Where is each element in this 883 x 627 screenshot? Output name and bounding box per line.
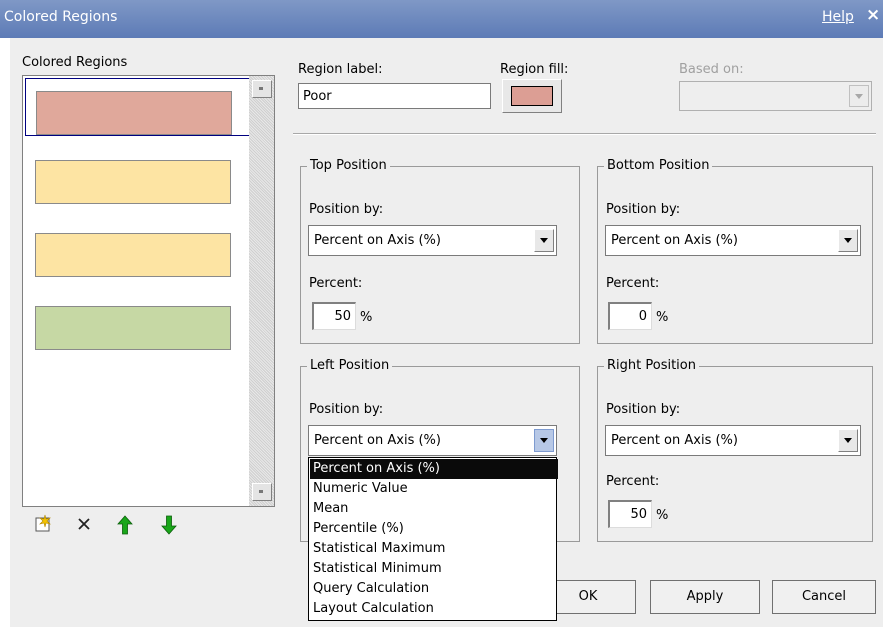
top-percent-caption: Percent:: [309, 276, 363, 291]
region-fill-button[interactable]: [502, 79, 562, 113]
left-position-by-caption: Position by:: [309, 402, 384, 417]
right-position-by-caption: Position by:: [606, 402, 681, 417]
region-swatch: [35, 233, 231, 277]
dropdown-option[interactable]: Statistical Minimum: [310, 559, 558, 579]
region-fill-swatch: [511, 86, 553, 106]
bottom-percent-input[interactable]: 0: [608, 302, 652, 330]
region-item-1[interactable]: [25, 78, 251, 136]
dropdown-option[interactable]: Query Calculation: [310, 579, 558, 599]
top-percent-unit: %: [360, 310, 373, 325]
regions-listbox[interactable]: [22, 75, 275, 507]
move-up-icon[interactable]: [114, 514, 136, 536]
dropdown-option[interactable]: Statistical Maximum: [310, 539, 558, 559]
separator: [293, 133, 876, 135]
region-label-caption: Region label:: [298, 62, 383, 77]
left-position-legend: Left Position: [307, 358, 393, 373]
scroll-up-button[interactable]: [252, 80, 272, 98]
close-icon[interactable]: ×: [866, 5, 880, 25]
dropdown-option[interactable]: Percentile (%): [310, 519, 558, 539]
new-region-icon[interactable]: [32, 514, 54, 536]
colored-regions-label: Colored Regions: [22, 55, 128, 70]
chevron-down-icon: [855, 94, 863, 99]
chevron-down-icon[interactable]: [838, 429, 858, 452]
region-item-3[interactable]: [25, 221, 251, 279]
right-position-legend: Right Position: [604, 358, 699, 373]
apply-button[interactable]: Apply: [650, 580, 760, 614]
bottom-position-by-caption: Position by:: [606, 202, 681, 217]
bottom-position-by-select[interactable]: Percent on Axis (%): [605, 225, 861, 256]
window-title: Colored Regions: [4, 9, 118, 25]
right-percent-caption: Percent:: [606, 474, 660, 489]
chevron-down-icon[interactable]: [534, 429, 554, 452]
position-by-dropdown[interactable]: Percent on Axis (%) Numeric Value Mean P…: [308, 457, 558, 621]
region-item-4[interactable]: [25, 294, 251, 352]
chevron-down-icon[interactable]: [534, 229, 554, 252]
dropdown-option[interactable]: Mean: [310, 499, 558, 519]
top-position-legend: Top Position: [307, 158, 390, 173]
bottom-position-legend: Bottom Position: [604, 158, 713, 173]
bottom-percent-unit: %: [656, 310, 669, 325]
help-link[interactable]: Help: [822, 9, 854, 25]
dropdown-option[interactable]: Layout Calculation: [310, 599, 558, 619]
cancel-button[interactable]: Cancel: [772, 580, 876, 614]
top-percent-input[interactable]: 50: [312, 302, 356, 330]
based-on-caption: Based on:: [679, 62, 744, 77]
right-position-by-value: Percent on Axis (%): [611, 433, 738, 448]
regions-scrollbar[interactable]: [249, 76, 274, 506]
scroll-down-button[interactable]: [252, 483, 272, 501]
delete-icon[interactable]: [73, 514, 95, 536]
right-percent-input[interactable]: 50: [608, 500, 652, 528]
right-percent-unit: %: [656, 508, 669, 523]
title-bar: Colored Regions Help ×: [0, 0, 883, 38]
region-item-2[interactable]: [25, 148, 251, 206]
chevron-down-icon[interactable]: [838, 229, 858, 252]
region-swatch: [36, 91, 232, 135]
dropdown-option[interactable]: Numeric Value: [310, 479, 558, 499]
left-position-by-select[interactable]: Percent on Axis (%): [308, 425, 557, 456]
region-fill-caption: Region fill:: [500, 62, 569, 77]
right-position-by-select[interactable]: Percent on Axis (%): [605, 425, 861, 456]
bottom-position-by-value: Percent on Axis (%): [611, 233, 738, 248]
bottom-percent-caption: Percent:: [606, 276, 660, 291]
region-swatch: [35, 306, 231, 350]
top-position-by-caption: Position by:: [309, 202, 384, 217]
based-on-arrow: [849, 85, 869, 107]
region-swatch: [35, 160, 231, 204]
top-position-by-value: Percent on Axis (%): [314, 233, 441, 248]
region-label-input[interactable]: [298, 83, 491, 109]
top-position-by-select[interactable]: Percent on Axis (%): [308, 225, 557, 256]
left-position-by-value: Percent on Axis (%): [314, 433, 441, 448]
move-down-icon[interactable]: [158, 514, 180, 536]
dropdown-option[interactable]: Percent on Axis (%): [310, 459, 558, 479]
based-on-select: [679, 81, 872, 111]
